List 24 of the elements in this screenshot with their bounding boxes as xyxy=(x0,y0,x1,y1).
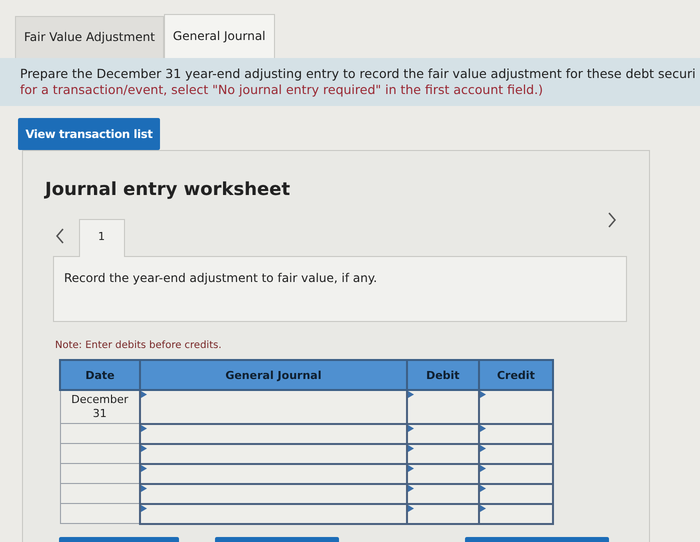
instruction-text: Prepare the December 31 year-end adjusting entry to record the fair value adjustment for these debt securi xyxy=(20,66,697,82)
column-header: Debit xyxy=(406,360,479,390)
account-field[interactable] xyxy=(140,390,407,424)
account-field[interactable] xyxy=(140,484,407,504)
next-icon[interactable] xyxy=(607,212,617,228)
column-header: Date xyxy=(60,360,140,390)
worksheet-title: Journal entry worksheet xyxy=(45,179,292,200)
column-header: Credit xyxy=(478,360,553,390)
previous-icon[interactable] xyxy=(55,228,65,244)
entry-tab[interactable]: 1 xyxy=(79,219,125,257)
account-field[interactable] xyxy=(140,444,407,464)
note-text: Note: Enter debits before credits. xyxy=(55,340,223,351)
credit-field[interactable] xyxy=(478,390,553,424)
account-field[interactable] xyxy=(140,504,407,524)
account-field[interactable] xyxy=(140,464,407,484)
debit-field[interactable] xyxy=(406,390,479,424)
prompt-text: Record the year-end adjustment to fair value, if any. xyxy=(64,271,378,285)
tab[interactable]: Fair Value Adjustment xyxy=(15,16,164,58)
account-field[interactable] xyxy=(140,424,407,444)
view-transactions-button[interactable]: View transaction list xyxy=(18,118,160,150)
instruction-text: for a transaction/event, select "No journal entry required" in the first account field.) xyxy=(20,82,544,98)
date-cell: December 31 xyxy=(60,390,140,424)
tab[interactable]: General Journal xyxy=(164,14,275,58)
column-header: General Journal xyxy=(140,360,407,390)
